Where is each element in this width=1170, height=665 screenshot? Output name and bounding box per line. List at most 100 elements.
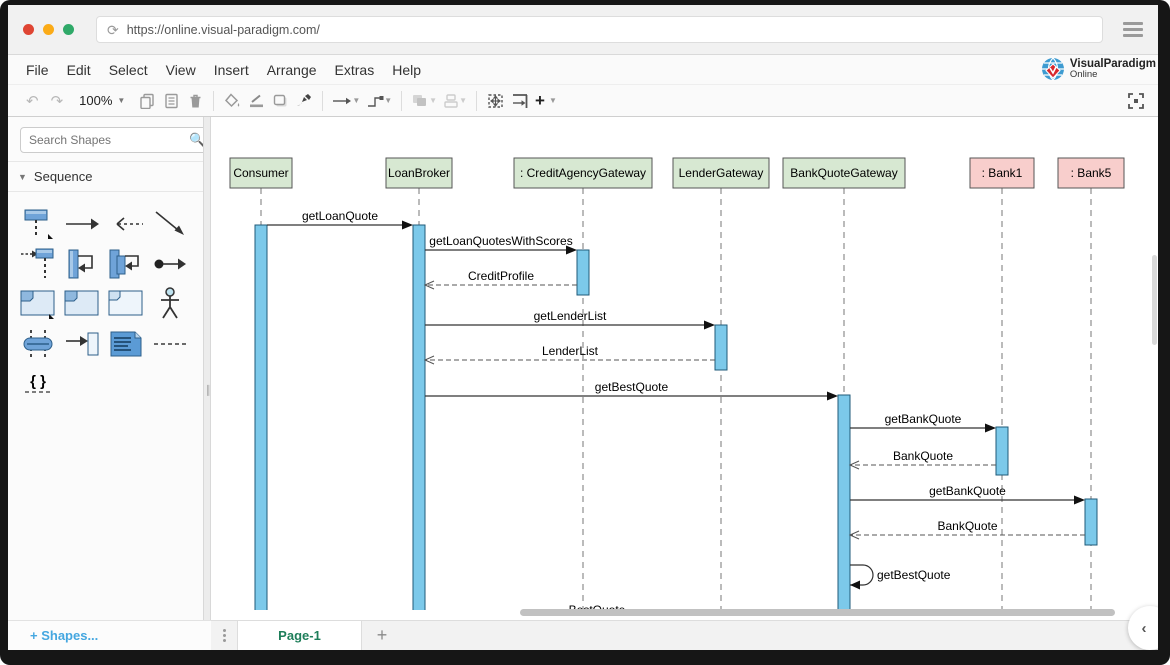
maximize-window-button[interactable] — [63, 24, 74, 35]
palette-self-message[interactable] — [60, 244, 104, 284]
svg-text:getLoanQuotesWithScores: getLoanQuotesWithScores — [429, 234, 572, 248]
fill-color-icon[interactable] — [220, 89, 244, 113]
brand-sub: Online — [1070, 70, 1156, 80]
tab-page-1[interactable]: Page-1 — [237, 621, 362, 650]
message-getLenderList[interactable]: getLenderList — [425, 309, 715, 330]
arrow-style-dropdown[interactable]: ▼ — [329, 89, 363, 113]
palette-recursive-message[interactable] — [104, 244, 148, 284]
insert-waypoint-icon[interactable] — [508, 89, 532, 113]
add-page-button[interactable]: + — [362, 621, 402, 650]
activation-bar[interactable] — [255, 225, 267, 610]
address-bar[interactable]: ⟳ https://online.visual-paradigm.com/ — [96, 16, 1103, 43]
connector-style-dropdown[interactable]: ▼ — [363, 89, 395, 113]
toolbar: ↶ ↷ 100% ▼ ▼ — [8, 85, 1158, 117]
palette-dashed-line[interactable] — [148, 324, 192, 364]
menu-file[interactable]: File — [8, 62, 58, 78]
diagram-canvas[interactable]: ConsumerLoanBroker: CreditAgencyGatewayL… — [211, 117, 1158, 620]
footer-bar: + Shapes... Page-1 + — [8, 620, 1158, 650]
svg-text:getBankQuote: getBankQuote — [929, 484, 1006, 498]
menu-insert[interactable]: Insert — [205, 62, 258, 78]
sequence-diagram[interactable]: ConsumerLoanBroker: CreditAgencyGatewayL… — [211, 117, 1151, 610]
visual-paradigm-globe-icon — [1040, 56, 1066, 82]
select-all-icon[interactable] — [483, 89, 508, 113]
palette-diagonal-message[interactable] — [148, 204, 192, 244]
activation-bar[interactable] — [715, 325, 727, 370]
palette-entity-lifeline[interactable] — [16, 324, 60, 364]
activation-bar[interactable] — [838, 395, 850, 610]
palette-lifeline[interactable] — [16, 204, 60, 244]
palette-found-message-lifeline[interactable] — [16, 244, 60, 284]
palette-actor[interactable] — [148, 284, 192, 324]
activation-bar[interactable] — [996, 427, 1008, 475]
message-BankQuote[interactable]: BankQuote — [850, 519, 1085, 539]
to-front-icon[interactable]: ▼ — [408, 89, 440, 113]
activation-bar[interactable] — [413, 225, 425, 610]
shape-palette: { } — [8, 192, 203, 404]
delete-icon[interactable] — [183, 89, 207, 113]
svg-text:getBestQuote: getBestQuote — [595, 380, 669, 394]
svg-text:getLoanQuote: getLoanQuote — [302, 209, 378, 223]
palette-found-message[interactable] — [148, 244, 192, 284]
message-CreditProfile[interactable]: CreditProfile — [425, 269, 577, 289]
menu-extras[interactable]: Extras — [326, 62, 384, 78]
menu-select[interactable]: Select — [100, 62, 157, 78]
align-icon[interactable]: ▼ — [440, 89, 470, 113]
palette-frame[interactable] — [104, 284, 148, 324]
more-shapes-link[interactable]: + Shapes... — [30, 628, 98, 643]
message-getLoanQuote[interactable]: getLoanQuote — [267, 209, 413, 230]
svg-text:getBestQuote: getBestQuote — [877, 568, 951, 582]
format-brush-icon[interactable] — [292, 89, 316, 113]
collapse-arrow-icon: ▼ — [18, 172, 27, 182]
section-label: Sequence — [34, 169, 93, 184]
vertical-scrollbar[interactable] — [1152, 255, 1157, 345]
minimize-window-button[interactable] — [43, 24, 54, 35]
menu-arrange[interactable]: Arrange — [258, 62, 326, 78]
reload-icon[interactable]: ⟳ — [107, 23, 119, 37]
paste-icon[interactable] — [159, 89, 183, 113]
browser-menu-icon[interactable] — [1123, 22, 1143, 37]
message-getBankQuote[interactable]: getBankQuote — [850, 484, 1085, 505]
copy-icon[interactable] — [135, 89, 159, 113]
message-getBankQuote[interactable]: getBankQuote — [850, 412, 996, 433]
brand-logo: VisualParadigm Online — [1040, 56, 1156, 82]
palette-return-message[interactable] — [104, 204, 148, 244]
menu-view[interactable]: View — [157, 62, 205, 78]
page-tab-strip: Page-1 + — [211, 620, 1158, 650]
zoom-level-dropdown[interactable]: 100% ▼ — [69, 93, 135, 108]
palette-constraint[interactable]: { } — [16, 364, 60, 404]
palette-lost-message[interactable] — [60, 324, 104, 364]
menu-help[interactable]: Help — [383, 62, 430, 78]
menu-edit[interactable]: Edit — [58, 62, 100, 78]
activation-bar[interactable] — [1085, 499, 1097, 545]
redo-icon[interactable]: ↷ — [45, 89, 70, 113]
palette-note[interactable] — [104, 324, 148, 364]
fullscreen-icon[interactable] — [1124, 89, 1148, 113]
message-LenderList[interactable]: LenderList — [425, 344, 715, 364]
message-getLoanQuotesWithScores[interactable]: getLoanQuotesWithScores — [425, 234, 577, 255]
line-color-icon[interactable] — [244, 89, 268, 113]
close-window-button[interactable] — [23, 24, 34, 35]
svg-text:getLenderList: getLenderList — [534, 309, 607, 323]
panel-resize-handle[interactable]: ║ — [203, 117, 211, 620]
svg-text:Consumer: Consumer — [233, 166, 288, 180]
svg-text:CreditProfile: CreditProfile — [468, 269, 534, 283]
search-shapes-input[interactable] — [20, 127, 209, 153]
activation-bar[interactable] — [577, 250, 589, 295]
message-getBestQuote[interactable]: getBestQuote — [850, 565, 951, 590]
lifeline-LenderGateway[interactable]: LenderGateway — [673, 158, 769, 610]
svg-text:BankQuote: BankQuote — [937, 519, 997, 533]
shadow-icon[interactable] — [268, 89, 292, 113]
palette-opt-fragment[interactable] — [60, 284, 104, 324]
window-controls — [23, 24, 74, 35]
message-getBestQuote[interactable]: getBestQuote — [425, 380, 838, 401]
pages-menu-icon[interactable] — [211, 621, 237, 650]
add-shape-dropdown[interactable]: + ▼ — [532, 89, 560, 113]
lifeline-Bank1[interactable]: : Bank1 — [970, 158, 1034, 610]
zoom-level-value: 100% — [79, 93, 112, 108]
undo-icon[interactable]: ↶ — [20, 89, 45, 113]
message-BankQuote[interactable]: BankQuote — [850, 449, 996, 469]
section-sequence[interactable]: ▼ Sequence — [8, 161, 203, 192]
palette-alt-fragment[interactable] — [16, 284, 60, 324]
horizontal-scrollbar[interactable] — [520, 609, 1115, 616]
palette-sync-message[interactable] — [60, 204, 104, 244]
